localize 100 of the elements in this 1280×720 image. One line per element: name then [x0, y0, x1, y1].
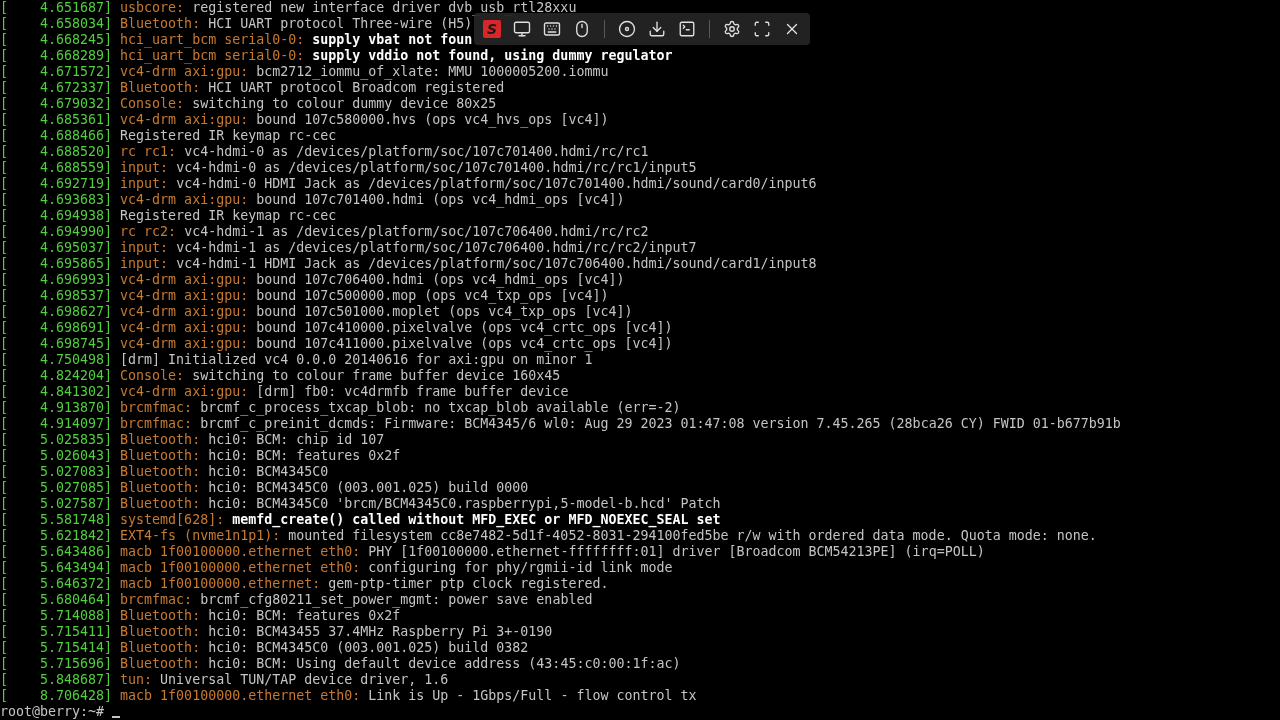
log-timestamp: [ 5.715696]	[0, 656, 113, 672]
log-timestamp: [ 4.668289]	[0, 48, 113, 64]
log-message: hci0: BCM: features 0x2f	[208, 608, 401, 624]
log-source: rc rc1:	[120, 144, 177, 160]
log-source: tun:	[120, 672, 153, 688]
log-timestamp: [ 5.680464]	[0, 592, 113, 608]
app-logo: S	[483, 20, 501, 38]
log-timestamp: [ 4.913870]	[0, 400, 113, 416]
log-timestamp: [ 5.027083]	[0, 464, 113, 480]
log-message: [drm] fb0: vc4drmfb frame buffer device	[256, 384, 569, 400]
log-source: macb 1f00100000.ethernet eth0:	[120, 544, 361, 560]
log-timestamp: [ 4.695037]	[0, 240, 113, 256]
log-timestamp: [ 4.651687]	[0, 0, 113, 16]
log-timestamp: [ 4.668245]	[0, 32, 113, 48]
log-message: gem-ptp-timer ptp clock registered.	[328, 576, 609, 592]
log-message: Registered IR keymap rc-cec	[120, 128, 337, 144]
log-message: brcmf_c_process_txcap_blob: no txcap_blob available (err=-2)	[200, 400, 681, 416]
log-timestamp: [ 4.750498]	[0, 352, 113, 368]
log-timestamp: [ 5.715411]	[0, 624, 113, 640]
log-source: macb 1f00100000.ethernet:	[120, 576, 321, 592]
log-timestamp: [ 4.688466]	[0, 128, 113, 144]
log-source: input:	[120, 256, 169, 272]
log-message: hci0: BCM: chip id 107	[208, 432, 385, 448]
log-timestamp: [ 4.698627]	[0, 304, 113, 320]
log-message: hci0: BCM43455 37.4MHz Raspberry Pi 3+-0190	[208, 624, 553, 640]
log-timestamp: [ 5.027587]	[0, 496, 113, 512]
log-message: registered new interface driver dvb_usb_rtl28xxu	[192, 0, 577, 16]
log-source: vc4-drm axi:gpu:	[120, 112, 249, 128]
log-message: supply vbat not foun	[312, 32, 473, 48]
log-message: hci0: BCM: features 0x2f	[208, 448, 401, 464]
log-source: Bluetooth:	[120, 656, 201, 672]
log-message: bound 107c701400.hdmi (ops vc4_hdmi_ops [vc4])	[256, 192, 625, 208]
log-source: vc4-drm axi:gpu:	[120, 384, 249, 400]
log-timestamp: [ 4.696993]	[0, 272, 113, 288]
log-timestamp: [ 4.698691]	[0, 320, 113, 336]
log-timestamp: [ 4.672337]	[0, 80, 113, 96]
log-source: brcmfmac:	[120, 416, 193, 432]
log-source: input:	[120, 240, 169, 256]
disc-icon	[618, 20, 636, 38]
log-source: Bluetooth:	[120, 640, 201, 656]
log-timestamp: [ 5.643494]	[0, 560, 113, 576]
log-source: input:	[120, 176, 169, 192]
log-message: vc4-hdmi-0 as /devices/platform/soc/107c701400.hdmi/rc/rc1	[184, 144, 649, 160]
keyboard-icon	[543, 20, 561, 38]
log-timestamp: [ 5.848687]	[0, 672, 113, 688]
log-source: Bluetooth:	[120, 480, 201, 496]
log-timestamp: [ 4.685361]	[0, 112, 113, 128]
log-timestamp: [ 4.698745]	[0, 336, 113, 352]
log-timestamp: [ 8.706428]	[0, 688, 113, 704]
log-timestamp: [ 4.698537]	[0, 288, 113, 304]
log-timestamp: [ 4.914097]	[0, 416, 113, 432]
log-message: Registered IR keymap rc-cec	[120, 208, 337, 224]
log-timestamp: [ 4.688559]	[0, 160, 113, 176]
log-message: bound 107c580000.hvs (ops vc4_hvs_ops [vc4])	[256, 112, 609, 128]
log-message: hci0: BCM4345C0	[208, 464, 329, 480]
log-message: PHY [1f00100000.ethernet-ffffffff:01] driver [Broadcom BCM54213PE] (irq=POLL)	[368, 544, 985, 560]
log-source: hci_uart_bcm serial0-0:	[120, 48, 305, 64]
log-message: switching to colour dummy device 80x25	[192, 96, 497, 112]
log-timestamp: [ 4.679032]	[0, 96, 113, 112]
log-source: macb 1f00100000.ethernet eth0:	[120, 560, 361, 576]
log-source: Bluetooth:	[120, 464, 201, 480]
log-message: vc4-hdmi-1 HDMI Jack as /devices/platform/soc/107c706400.hdmi/sound/card1/input8	[176, 256, 817, 272]
log-message: brcmf_cfg80211_set_power_mgmt: power save enabled	[200, 592, 593, 608]
log-message: vc4-hdmi-1 as /devices/platform/soc/107c706400.hdmi/rc/rc2/input7	[176, 240, 697, 256]
log-timestamp: [ 4.688520]	[0, 144, 113, 160]
log-timestamp: [ 4.658034]	[0, 16, 113, 32]
log-source: vc4-drm axi:gpu:	[120, 64, 249, 80]
log-source: EXT4-fs (nvme1n1p1):	[120, 528, 281, 544]
log-message: hci0: BCM4345C0 (003.001.025) build 0382	[208, 640, 529, 656]
log-timestamp: [ 5.621842]	[0, 528, 113, 544]
log-source: vc4-drm axi:gpu:	[120, 336, 249, 352]
log-timestamp: [ 4.841302]	[0, 384, 113, 400]
mouse-icon	[573, 20, 591, 38]
log-source: vc4-drm axi:gpu:	[120, 320, 249, 336]
log-message: bound 107c411000.pixelvalve (ops vc4_crtc_ops [vc4])	[256, 336, 673, 352]
log-message: mounted filesystem cc8e7482-5d1f-4052-8031-294100fed5be r/w with ordered data mode. Quota mode: none.	[288, 528, 1097, 544]
fullscreen-icon	[753, 20, 771, 38]
log-source: brcmfmac:	[120, 400, 193, 416]
log-message: bound 107c410000.pixelvalve (ops vc4_crtc_ops [vc4])	[256, 320, 673, 336]
monitor-icon	[513, 20, 531, 38]
log-message: hci0: BCM4345C0 (003.001.025) build 0000	[208, 480, 529, 496]
log-message: brcmf_c_preinit_dcmds: Firmware: BCM4345/6 wl0: Aug 29 2023 01:47:08 version 7.45.265 (28bca26 CY) FWID 01-b677b91b	[200, 416, 1121, 432]
log-timestamp: [ 5.581748]	[0, 512, 113, 528]
log-source: vc4-drm axi:gpu:	[120, 272, 249, 288]
log-source: usbcore:	[120, 0, 185, 16]
log-source: Console:	[120, 96, 185, 112]
log-message: switching to colour frame buffer device 160x45	[192, 368, 561, 384]
log-timestamp: [ 4.671572]	[0, 64, 113, 80]
download-icon	[648, 20, 666, 38]
log-source: Bluetooth:	[120, 432, 201, 448]
log-source: vc4-drm axi:gpu:	[120, 288, 249, 304]
log-source: vc4-drm axi:gpu:	[120, 304, 249, 320]
log-timestamp: [ 4.692719]	[0, 176, 113, 192]
log-timestamp: [ 4.693683]	[0, 192, 113, 208]
log-timestamp: [ 5.714088]	[0, 608, 113, 624]
log-message: vc4-hdmi-0 as /devices/platform/soc/107c701400.hdmi/rc/rc1/input5	[176, 160, 697, 176]
log-message: hci0: BCM4345C0 'brcm/BCM4345C0.raspberrypi,5-model-b.hcd' Patch	[208, 496, 721, 512]
terminal-icon	[678, 20, 696, 38]
log-message: HCI UART protocol Broadcom registered	[208, 80, 505, 96]
log-source: input:	[120, 160, 169, 176]
